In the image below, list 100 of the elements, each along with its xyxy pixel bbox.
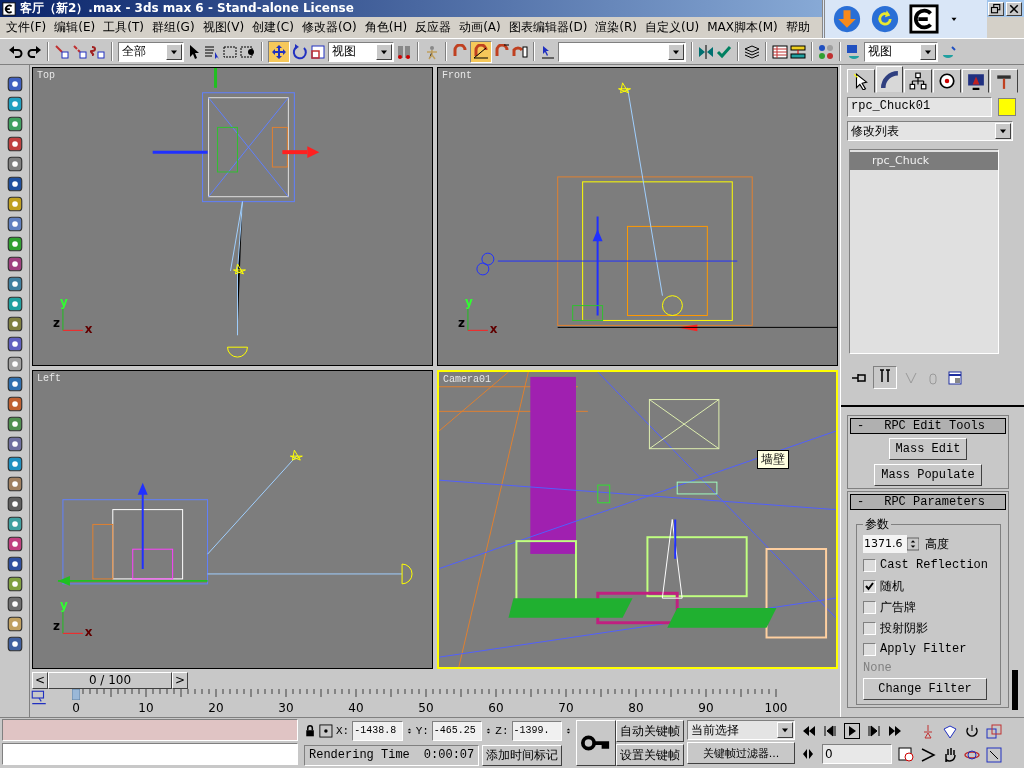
mirror-icon[interactable] (698, 43, 714, 60)
change-filter-button[interactable]: Change Filter (863, 678, 987, 700)
maxscript-input-field[interactable] (2, 743, 298, 765)
viewport-label[interactable]: Left (37, 373, 61, 384)
tool-icon[interactable] (5, 215, 24, 233)
viewport-label[interactable]: Camera01 (443, 374, 491, 385)
command-panel-tab[interactable] (961, 69, 990, 93)
reference-coordinate-dropdown[interactable]: 视图 (328, 41, 394, 62)
tool-icon[interactable] (5, 615, 24, 633)
tool-icon[interactable] (5, 535, 24, 553)
selection-center-icon[interactable] (319, 723, 333, 739)
command-panel-tab[interactable] (847, 69, 875, 93)
tool-icon[interactable] (5, 475, 24, 493)
command-panel-tab[interactable] (990, 69, 1019, 93)
zoom-extents-all-icon[interactable] (986, 723, 1002, 740)
open-mini-curve-editor-icon[interactable] (30, 689, 48, 707)
next-frame-button[interactable]: > (172, 671, 188, 689)
pan-hand-icon[interactable] (942, 746, 958, 763)
track-view-icon[interactable] (772, 43, 788, 60)
link-icon[interactable] (54, 43, 70, 60)
viewport-label[interactable]: Front (442, 70, 472, 81)
set-key-button[interactable] (576, 720, 616, 766)
quick-render-teapot-icon[interactable] (940, 43, 956, 60)
field-of-view-icon[interactable] (920, 746, 936, 763)
menu-item[interactable]: 视图(V) (198, 19, 249, 37)
rollout-header[interactable]: - RPC Edit Tools (850, 418, 1006, 434)
restore-button[interactable] (988, 1, 1004, 16)
tool-icon[interactable] (5, 595, 24, 613)
menu-item[interactable]: 图表编辑器(D) (504, 19, 592, 37)
menu-item[interactable]: 群组(G) (147, 19, 199, 37)
tool-icon[interactable] (5, 255, 24, 273)
maxscript-listener-field[interactable] (2, 719, 298, 741)
tool-icon[interactable] (5, 415, 24, 433)
command-panel-tab[interactable] (933, 69, 961, 93)
render-teapot-icon[interactable] (846, 43, 862, 60)
coordinate-field[interactable]: -1399. (511, 721, 563, 741)
tool-icon[interactable] (5, 95, 24, 113)
time-marker-icon[interactable] (72, 689, 80, 700)
modifier-stack-item[interactable]: rpc_Chuck (850, 152, 998, 170)
pivot-center-icon[interactable] (396, 43, 412, 60)
coordinate-field[interactable]: -465.25 (431, 721, 483, 741)
scrollbar-thumb[interactable] (1012, 670, 1018, 710)
window-crossing-icon[interactable] (240, 43, 256, 60)
redo-icon[interactable] (26, 43, 42, 60)
auto-key-button[interactable]: 自动关键帧 (616, 720, 684, 742)
show-end-result-icon[interactable] (877, 368, 893, 384)
menu-item[interactable]: 修改器(O) (297, 19, 361, 37)
tool-icon[interactable] (5, 195, 24, 213)
angle-snap-button[interactable] (470, 40, 492, 63)
schematic-view-icon[interactable] (790, 43, 806, 60)
tool-icon[interactable] (5, 295, 24, 313)
viewport[interactable]: y z x Front (437, 67, 838, 366)
named-selection-dropdown[interactable] (558, 41, 686, 62)
tool-icon[interactable] (5, 635, 24, 653)
checkbox[interactable] (863, 642, 876, 656)
tool-icon[interactable] (5, 155, 24, 173)
checkbox[interactable] (863, 558, 876, 572)
command-panel-tab[interactable] (904, 69, 932, 93)
rectangle-selection-icon[interactable] (222, 43, 238, 60)
rollout-header[interactable]: - RPC Parameters (850, 494, 1006, 510)
move-tool-button[interactable] (268, 40, 290, 63)
edit-named-selection-icon[interactable] (540, 43, 556, 60)
rollout-toggle-sign[interactable]: - (857, 419, 865, 433)
scale-icon[interactable] (310, 43, 326, 60)
current-frame-field[interactable]: 0 (822, 744, 892, 764)
next-frame-icon[interactable] (866, 723, 882, 739)
tool-icon[interactable] (5, 135, 24, 153)
tool-icon[interactable] (5, 175, 24, 193)
previous-frame-icon[interactable] (822, 723, 838, 739)
tool-icon[interactable] (5, 275, 24, 293)
tool-icon[interactable] (5, 375, 24, 393)
refresh-icon[interactable] (871, 5, 899, 33)
menu-item[interactable]: 文件(F) (2, 19, 51, 37)
rollout-title[interactable]: RPC Parameters (884, 495, 986, 509)
tool-icon[interactable] (5, 235, 24, 253)
tool-icon[interactable] (5, 355, 24, 373)
zoom-all-icon[interactable] (942, 723, 958, 740)
add-time-tag-button[interactable]: 添加时间标记 (482, 744, 563, 766)
rollout-button[interactable]: Mass Populate (874, 464, 982, 486)
tool-icon[interactable] (5, 495, 24, 513)
rollout-title[interactable]: RPC Edit Tools (884, 419, 986, 433)
undo-icon[interactable] (8, 43, 24, 60)
height-spinner-field[interactable]: 1371.6 (863, 535, 907, 553)
checkbox[interactable] (863, 621, 876, 635)
play-icon[interactable] (844, 723, 860, 739)
material-editor-icon[interactable] (818, 43, 834, 60)
menu-item[interactable]: 渲染(R) (591, 19, 641, 37)
maximize-viewport-icon[interactable] (986, 746, 1002, 763)
spinner-arrows-icon[interactable] (907, 535, 919, 553)
select-by-name-icon[interactable] (204, 43, 220, 60)
menu-item[interactable]: MAX脚本(M) (703, 19, 782, 37)
close-button[interactable] (1006, 1, 1022, 16)
selection-filter-dropdown[interactable]: 全部 (118, 41, 184, 62)
spinner-snap-icon[interactable] (512, 43, 528, 60)
viewport[interactable]: y z x Top (32, 67, 433, 366)
tool-icon[interactable] (5, 75, 24, 93)
menu-item[interactable]: 编辑(E) (50, 19, 100, 37)
menu-item[interactable]: 帮助 (781, 19, 814, 37)
viewport[interactable]: y z x Left (32, 370, 433, 669)
checkbox[interactable] (863, 600, 876, 614)
